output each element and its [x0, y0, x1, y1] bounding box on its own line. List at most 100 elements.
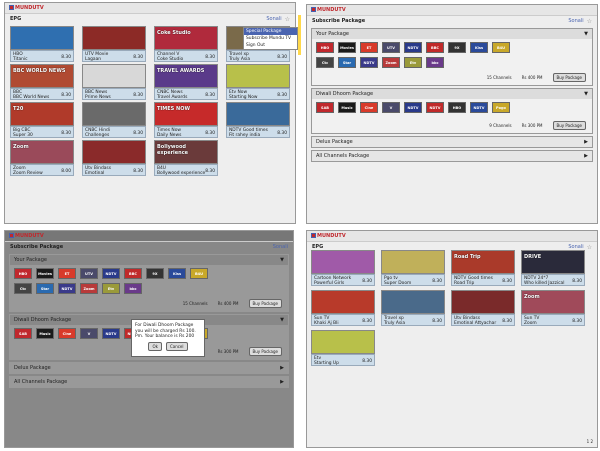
channel-logo[interactable]: BBC — [426, 42, 444, 53]
pagination[interactable]: 1 2 — [587, 439, 593, 444]
program-tile[interactable]: Pgo tv Super Doom 8.30 — [381, 250, 445, 286]
program-thumbnail[interactable]: Zoom — [521, 290, 585, 314]
program-tile[interactable]: UTV Movie Lagaan 8.30 — [82, 26, 146, 62]
channel-logo[interactable]: bbc — [124, 283, 142, 294]
program-thumbnail[interactable] — [82, 26, 146, 50]
program-thumbnail[interactable]: Coke Studio — [154, 26, 218, 50]
mundu-logo[interactable]: MUNDUTV — [311, 233, 346, 239]
program-thumbnail[interactable] — [381, 250, 445, 274]
channel-logo[interactable]: NDTV — [404, 102, 422, 113]
program-thumbnail[interactable]: TRAVEL AWARDS — [154, 64, 218, 88]
program-tile[interactable]: T20 Big CBC Super 30 8.30 — [10, 102, 74, 138]
channel-logo[interactable]: Cine — [58, 328, 76, 339]
program-tile[interactable]: HBO Titanic 8.30 — [10, 26, 74, 62]
program-thumbnail[interactable] — [82, 102, 146, 126]
favorite-icon[interactable]: ☆ — [285, 16, 290, 23]
collapse-icon[interactable]: ▼ — [584, 91, 588, 97]
channel-logo[interactable]: HBO — [316, 42, 334, 53]
program-thumbnail[interactable]: Road Trip — [451, 250, 515, 274]
program-thumbnail[interactable] — [311, 250, 375, 274]
channel-logo[interactable]: NDTV — [404, 42, 422, 53]
program-thumbnail[interactable]: Zoom — [10, 140, 74, 164]
program-thumbnail[interactable]: T20 — [10, 102, 74, 126]
channel-logo[interactable]: Music — [338, 102, 356, 113]
program-thumbnail[interactable]: BBC WORLD NEWS — [10, 64, 74, 88]
mundu-logo[interactable]: MUNDUTV — [9, 5, 44, 11]
program-tile[interactable]: Cartoon Network Powerful Girls 8.30 — [311, 250, 375, 286]
program-thumbnail[interactable] — [451, 290, 515, 314]
cancel-button[interactable]: Cancel — [165, 341, 188, 351]
channel-logo[interactable]: SAB — [316, 102, 334, 113]
channel-logo[interactable]: ET — [360, 42, 378, 53]
user-name[interactable]: Sonali — [266, 16, 281, 22]
channel-logo[interactable]: Music — [36, 328, 54, 339]
channel-logo[interactable]: Ctc — [316, 57, 334, 68]
all-channels-panel[interactable]: All Channels Package ▶ — [311, 150, 593, 162]
program-tile[interactable]: Travel xp Truly Asia 8.30 — [381, 290, 445, 326]
program-tile[interactable]: CNBC Hindi Challenges 8.30 — [82, 102, 146, 138]
collapse-icon[interactable]: ▼ — [584, 31, 588, 37]
program-tile[interactable]: TRAVEL AWARDS CNBC News Travel Awards 8.30 — [154, 64, 218, 100]
program-tile[interactable]: DRIVE NDTV 24*7 Who killed Jazzical 8.30 — [521, 250, 585, 286]
channel-logo[interactable]: Etv — [404, 57, 422, 68]
program-thumbnail[interactable] — [82, 140, 146, 164]
favorite-icon[interactable]: ☆ — [587, 18, 592, 25]
program-tile[interactable]: Utv Bindass Emotinal 8.30 — [82, 140, 146, 176]
program-tile[interactable]: BBC News Prime News 8.30 — [82, 64, 146, 100]
program-tile[interactable]: Zoom Sun TV Zoom 8.30 — [521, 290, 585, 326]
program-thumbnail[interactable] — [311, 330, 375, 354]
expand-icon[interactable]: ▶ — [584, 153, 588, 159]
program-tile[interactable]: Sun TV Khaki Aj Bli 8.30 — [311, 290, 375, 326]
favorite-icon[interactable]: ☆ — [587, 244, 592, 251]
program-thumbnail[interactable]: Bollywood experience — [154, 140, 218, 164]
channel-logo[interactable]: HBO — [14, 268, 32, 279]
channel-logo[interactable]: Movies — [338, 42, 356, 53]
program-thumbnail[interactable] — [311, 290, 375, 314]
program-tile[interactable]: Bollywood experience B4U Bollywood experie… — [154, 140, 218, 176]
channel-logo[interactable]: 9X — [448, 42, 466, 53]
channel-logo[interactable]: Kiss — [168, 268, 186, 279]
channel-logo[interactable]: Star — [36, 283, 54, 294]
user-name[interactable]: Sonali — [568, 18, 583, 24]
channel-logo[interactable]: SAB — [14, 328, 32, 339]
menu-item[interactable]: Subscribe Mundu TV — [244, 35, 297, 42]
channel-logo[interactable]: NDTV — [58, 283, 76, 294]
program-tile[interactable]: Coke Studio Channel V Coke Studio 8.30 — [154, 26, 218, 62]
program-thumbnail[interactable] — [226, 64, 290, 88]
program-tile[interactable]: Etv Starting Up 8.30 — [311, 330, 375, 366]
program-thumbnail[interactable] — [381, 290, 445, 314]
menu-item[interactable]: Special Package — [244, 28, 297, 35]
channel-logo[interactable]: V — [80, 328, 98, 339]
program-thumbnail[interactable] — [226, 102, 290, 126]
channel-logo[interactable]: Zoom — [80, 283, 98, 294]
channel-logo[interactable]: Star — [338, 57, 356, 68]
channel-logo[interactable]: NDTV — [360, 57, 378, 68]
channel-logo[interactable]: Movies — [36, 268, 54, 279]
program-tile[interactable]: Etv Now Starting Now 8.30 — [226, 64, 290, 100]
channel-logo[interactable]: 9X — [146, 268, 164, 279]
buy-package-button[interactable]: Buy Package — [552, 73, 586, 82]
program-tile[interactable]: Zoom Zoom Zoom Review 8.00 — [10, 140, 74, 176]
channel-logo[interactable]: B4U — [492, 42, 510, 53]
program-thumbnail[interactable] — [82, 64, 146, 88]
channel-logo[interactable]: HBO — [448, 102, 466, 113]
channel-logo[interactable]: Etv — [102, 283, 120, 294]
channel-logo[interactable]: NDTV — [426, 102, 444, 113]
scrollbar[interactable] — [298, 15, 301, 55]
program-tile[interactable]: BBC WORLD NEWS BBC BBC World News 8.30 — [10, 64, 74, 100]
program-tile[interactable]: NDTV Good times Fit rahey india 8.30 — [226, 102, 290, 138]
channel-logo[interactable]: NDTV — [102, 268, 120, 279]
channel-logo[interactable]: V — [382, 102, 400, 113]
menu-item[interactable]: Sign Out — [244, 42, 297, 49]
program-thumbnail[interactable]: DRIVE — [521, 250, 585, 274]
channel-logo[interactable]: Cine — [360, 102, 378, 113]
channel-logo[interactable]: NDTV — [470, 102, 488, 113]
program-tile[interactable]: Utv Bindass Emotinal Attyachar 8.30 — [451, 290, 515, 326]
buy-package-button[interactable]: Buy Package — [552, 121, 586, 130]
channel-logo[interactable]: NDTV — [102, 328, 120, 339]
program-thumbnail[interactable] — [10, 26, 74, 50]
channel-logo[interactable]: bbc — [426, 57, 444, 68]
channel-logo[interactable]: Ctc — [14, 283, 32, 294]
delux-package-panel[interactable]: Delux Package ▶ — [311, 136, 593, 148]
channel-logo[interactable]: Zoom — [382, 57, 400, 68]
